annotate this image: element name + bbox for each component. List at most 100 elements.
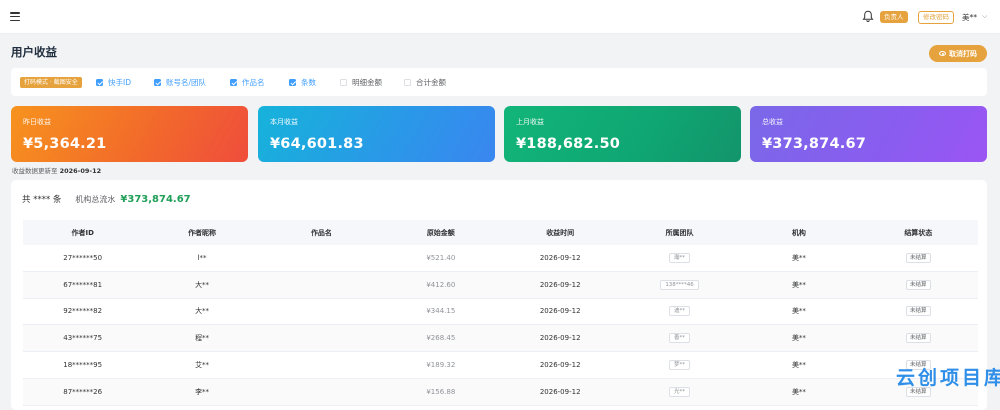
status-tag: 未结算 [906,252,931,263]
cell-author-id: 87******26 [23,378,143,406]
mode-tag: 打码模式 · 截图安全 [20,77,82,88]
stat-value: ¥5,364.21 [23,136,107,152]
cell-status: 未结算 [858,324,978,353]
cancel-masking-button[interactable]: 取消打码 [929,45,987,62]
col-status[interactable]: 结算状态 [858,220,978,245]
earnings-panel: 共 **** 条 机构总流水 ¥373,874.67 作者ID 作者昵称 作品名… [11,180,987,410]
status-tag: 未结算 [906,279,931,290]
masking-filter-bar: 打码模式 · 截图安全 快手ID 账号名/团队 作品名 条数 明细金额 合计金额 [11,68,987,96]
cell-amount: ¥268.45 [381,324,501,353]
cell-status: 未结算 [858,271,978,299]
option-work-name[interactable]: 作品名 [230,77,265,88]
table-row[interactable]: 43******75 程** ¥268.45 2026-09-12 善** 美*… [23,324,978,353]
cell-team: 瀚** [619,245,740,272]
col-nickname[interactable]: 作者昵称 [142,220,262,245]
cell-amount: ¥156.88 [381,378,501,406]
option-count[interactable]: 条数 [289,77,316,88]
user-menu[interactable]: 美** [962,12,977,23]
checkbox-checked[interactable] [230,79,237,86]
cell-team: 光** [619,378,740,406]
table-row[interactable]: 18******95 艾** ¥189.32 2026-09-12 梦** 美*… [23,351,978,379]
cell-org: 美** [739,324,859,353]
stat-label: 昨日收益 [23,118,51,126]
table-row[interactable]: 67******81 大** ¥412.60 2026-09-12 138***… [23,271,978,299]
cell-team: 138****46 [619,271,740,299]
col-team[interactable]: 所属团队 [619,220,740,245]
flow-value: ¥373,874.67 [120,194,191,205]
table-row[interactable]: 87******26 李** ¥156.88 2026-09-12 光** 美*… [23,378,978,406]
cell-nickname: 艾** [142,351,262,379]
update-note-prefix: 收益数据更新至 [12,167,58,175]
option-label: 明细金额 [352,78,382,87]
data-update-note: 收益数据更新至 2026-09-12 [12,165,101,175]
watermark-logo: 云创项目库 [896,367,1000,389]
stat-card-yesterday: 昨日收益 ¥5,364.21 [11,106,248,162]
record-count: 共 **** 条 [22,195,62,205]
stat-label: 总收益 [762,118,783,126]
cell-author-id: 67******81 [23,271,143,299]
earnings-table: 作者ID 作者昵称 作品名 原始金额 收益时间 所属团队 机构 结算状态 27*… [23,220,978,406]
table-row[interactable]: 27******50 l** ¥521.40 2026-09-12 瀚** 美*… [23,245,978,272]
cell-org: 美** [739,378,859,406]
cell-author-id: 92******82 [23,298,143,326]
col-amount[interactable]: 原始金额 [381,220,501,245]
cell-org: 美** [739,245,859,272]
stat-card-this-month: 本月收益 ¥64,601.83 [258,106,495,162]
stat-label: 本月收益 [270,118,298,126]
bell-icon[interactable] [862,10,874,23]
cell-org: 美** [739,298,859,326]
cell-work-name [261,324,382,353]
stat-card-last-month: 上月收益 ¥188,682.50 [504,106,741,162]
cell-time: 2026-09-12 [500,378,620,406]
change-password-button[interactable]: 修改密码 [918,11,954,24]
team-tag: 梦** [669,360,691,371]
cell-time: 2026-09-12 [500,271,620,299]
col-author-id[interactable]: 作者ID [23,220,143,245]
option-account-team[interactable]: 账号名/团队 [154,77,206,88]
option-label: 合计金额 [416,78,446,87]
cell-amount: ¥189.32 [381,351,501,379]
option-kuaishou-id[interactable]: 快手ID [96,77,131,88]
cell-org: 美** [739,271,859,299]
stat-value: ¥188,682.50 [516,136,621,152]
stat-value: ¥373,874.67 [762,136,867,152]
cell-amount: ¥344.15 [381,298,501,326]
top-bar: 负责人 修改密码 美** ⌵ [0,0,1000,34]
status-tag: 未结算 [906,333,931,344]
option-detail-amount[interactable]: 明细金额 [340,77,382,88]
cell-team: 迪** [619,298,740,326]
status-tag: 未结算 [906,306,931,317]
col-time[interactable]: 收益时间 [500,220,620,245]
cell-org: 美** [739,351,859,379]
checkbox-checked[interactable] [96,79,103,86]
table-row[interactable]: 92******82 大** ¥344.15 2026-09-12 迪** 美*… [23,298,978,326]
chevron-down-icon[interactable]: ⌵ [982,12,987,21]
role-badge: 负责人 [880,11,908,23]
option-label: 条数 [301,78,316,87]
cell-amount: ¥521.40 [381,245,501,272]
menu-icon[interactable] [10,12,20,22]
team-tag: 光** [669,386,691,397]
col-work-name[interactable]: 作品名 [261,220,382,245]
page-title: 用户收益 [11,45,57,59]
stat-value: ¥64,601.83 [270,136,364,152]
cell-nickname: 大** [142,271,262,299]
cell-status: 未结算 [858,245,978,272]
checkbox-unchecked[interactable] [404,79,411,86]
cell-team: 善** [619,324,740,353]
checkbox-checked[interactable] [289,79,296,86]
col-org[interactable]: 机构 [739,220,859,245]
cancel-masking-label: 取消打码 [949,49,977,58]
checkbox-unchecked[interactable] [340,79,347,86]
team-tag: 瀚** [669,252,691,263]
table-header-row: 作者ID 作者昵称 作品名 原始金额 收益时间 所属团队 机构 结算状态 [23,220,978,245]
cell-author-id: 27******50 [23,245,143,272]
checkbox-checked[interactable] [154,79,161,86]
cell-amount: ¥412.60 [381,271,501,299]
stat-label: 上月收益 [516,118,544,126]
summary-row: 共 **** 条 机构总流水 ¥373,874.67 [22,193,191,205]
option-label: 作品名 [242,78,265,87]
flow-label: 机构总流水 [75,195,116,204]
option-label: 账号名/团队 [166,78,207,87]
option-total-amount[interactable]: 合计金额 [404,77,446,88]
